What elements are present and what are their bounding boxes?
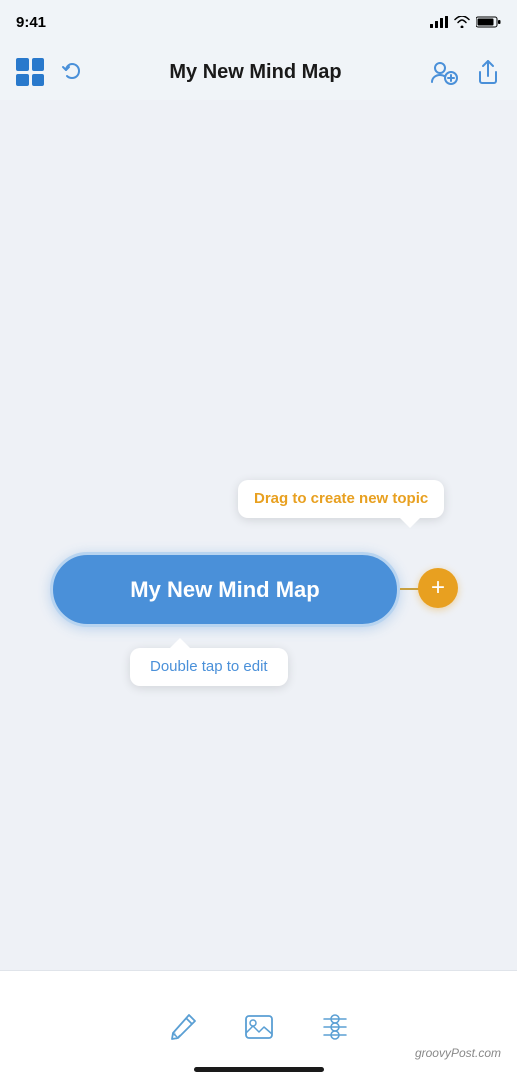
add-user-icon[interactable]	[427, 56, 459, 88]
canvas: Drag to create new topic My New Mind Map…	[0, 100, 517, 970]
status-time: 9:41	[16, 14, 46, 31]
status-bar: 9:41	[0, 0, 517, 44]
bottom-toolbar	[0, 970, 517, 1080]
navbar: My New Mind Map	[0, 44, 517, 100]
undo-icon[interactable]	[60, 60, 84, 84]
wifi-icon	[454, 16, 470, 28]
home-indicator	[194, 1067, 324, 1072]
drag-tooltip: Drag to create new topic	[238, 480, 444, 518]
edit-tooltip-text: Double tap to edit	[150, 658, 268, 675]
menu-tool-button[interactable]	[317, 1009, 353, 1045]
signal-icon	[430, 16, 448, 28]
status-icons	[430, 16, 501, 28]
drag-tooltip-text: Drag to create new topic	[254, 490, 428, 507]
navbar-left	[16, 58, 84, 86]
add-topic-button[interactable]: +	[418, 568, 458, 608]
edit-tooltip: Double tap to edit	[130, 648, 288, 686]
grid-icon[interactable]	[16, 58, 44, 86]
share-icon[interactable]	[475, 59, 501, 85]
pencil-tool-button[interactable]	[165, 1009, 201, 1045]
page-title: My New Mind Map	[84, 61, 427, 84]
mindmap-node-text: My New Mind Map	[130, 577, 319, 603]
toolbar-icons	[165, 971, 353, 1067]
watermark: groovyPost.com	[415, 1046, 501, 1060]
mindmap-node[interactable]: My New Mind Map	[50, 552, 400, 627]
navbar-right	[427, 56, 501, 88]
image-tool-button[interactable]	[241, 1009, 277, 1045]
battery-icon	[476, 16, 501, 28]
